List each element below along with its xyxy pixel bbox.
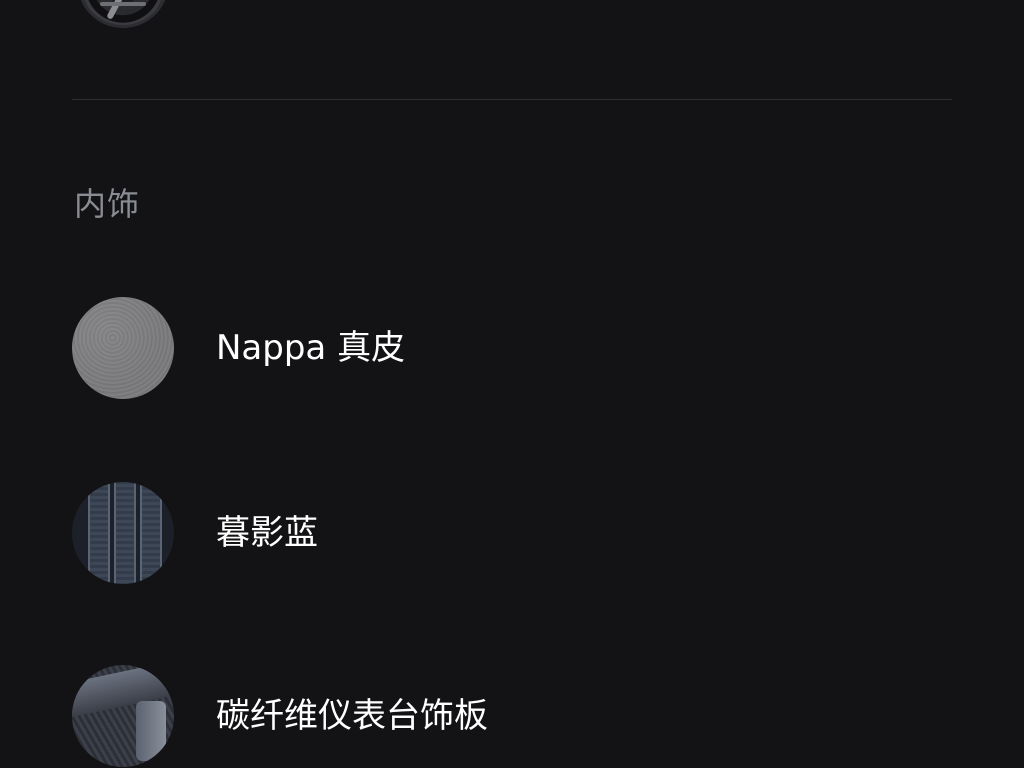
option-dusk-blue[interactable]: 暮影蓝 xyxy=(72,481,318,585)
option-label: 暮影蓝 xyxy=(216,513,318,553)
dusk-blue-swatch[interactable] xyxy=(72,482,174,584)
nappa-leather-swatch[interactable] xyxy=(72,297,174,399)
carbon-fiber-trim-swatch[interactable] xyxy=(72,665,174,767)
section-title-interior: 内饰 xyxy=(74,185,141,223)
divider xyxy=(72,99,952,100)
swatch-stripe xyxy=(88,482,110,584)
swatch-stripe xyxy=(140,482,162,584)
option-label: 碳纤维仪表台饰板 xyxy=(216,696,488,736)
swatch-stripe xyxy=(114,482,136,584)
option-carbon-fiber-trim[interactable]: 碳纤维仪表台饰板 xyxy=(72,664,488,768)
wheel-icon[interactable] xyxy=(78,0,168,28)
option-label: Nappa 真皮 xyxy=(216,328,406,368)
interior-options-page: 内饰 Nappa 真皮 暮影蓝 碳纤维仪表台饰板 xyxy=(0,0,1024,768)
option-nappa-leather[interactable]: Nappa 真皮 xyxy=(72,296,405,400)
